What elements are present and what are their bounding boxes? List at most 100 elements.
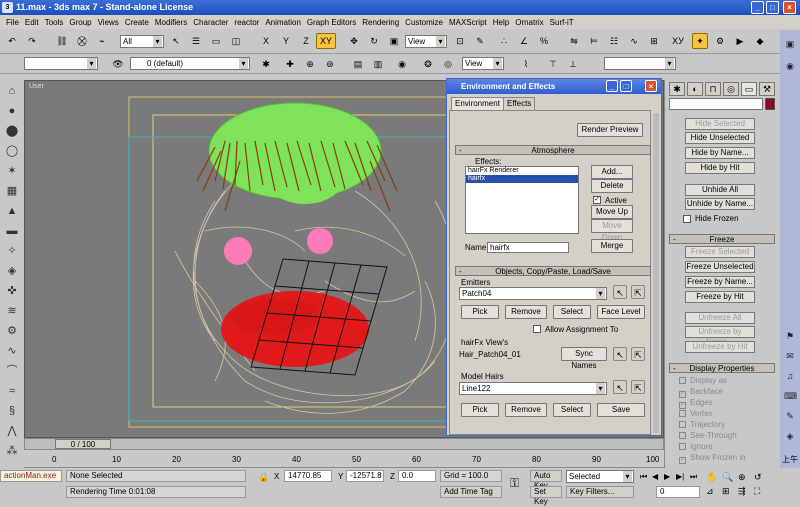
helper-icon[interactable]: ✜ bbox=[4, 284, 20, 298]
delete-effect-button[interactable]: Delete bbox=[591, 179, 633, 193]
light-icon[interactable]: ✧ bbox=[4, 244, 20, 258]
model-hairs-dropdown[interactable]: Line122 bbox=[459, 382, 607, 395]
layer-properties-icon[interactable]: ▤ bbox=[350, 56, 366, 72]
key-filters-button[interactable]: Key Filters... bbox=[566, 486, 634, 498]
hide-unselected-button[interactable]: Hide Unselected bbox=[685, 132, 755, 144]
effects-icon[interactable]: ❂ bbox=[420, 56, 436, 72]
dialog-minimize-button[interactable]: _ bbox=[606, 80, 618, 92]
named-selection-dropdown[interactable] bbox=[24, 57, 98, 70]
tray-icon[interactable]: ▣ bbox=[784, 38, 796, 50]
close-button[interactable]: × bbox=[783, 1, 796, 14]
systems-icon[interactable]: ⚙ bbox=[4, 324, 20, 338]
add-to-layer-icon[interactable]: ✚ bbox=[282, 56, 298, 72]
create-tab-icon[interactable]: ✱ bbox=[669, 82, 685, 96]
unhide-all-button[interactable]: Unhide All bbox=[685, 184, 755, 196]
object-properties-icon[interactable]: ▥ bbox=[370, 56, 386, 72]
menu-rendering[interactable]: Rendering bbox=[359, 18, 402, 27]
mirror-icon[interactable]: ⇋ bbox=[566, 33, 582, 49]
layer-visibility-icon[interactable]: 👁 bbox=[110, 56, 126, 72]
freeze-selected-button[interactable]: Freeze Selected bbox=[685, 246, 755, 258]
list-item[interactable]: hairFx Renderer bbox=[466, 167, 578, 175]
select-by-name-icon[interactable]: ☰ bbox=[188, 33, 204, 49]
see-through-option[interactable]: See-Through bbox=[679, 431, 737, 440]
video-post-icon[interactable]: ◎ bbox=[440, 56, 456, 72]
set-current-layer-icon[interactable]: ⊛ bbox=[322, 56, 338, 72]
save-button[interactable]: Save bbox=[597, 403, 645, 417]
field-of-view-icon[interactable]: ⊿ bbox=[706, 486, 714, 497]
move-icon[interactable]: ✥ bbox=[346, 33, 362, 49]
material-editor-icon[interactable]: ✦ bbox=[692, 33, 708, 49]
render-type-icon[interactable]: ◆ bbox=[752, 33, 768, 49]
menu-ornatrix[interactable]: Ornatrix bbox=[512, 18, 546, 27]
axis-x-button[interactable]: X bbox=[258, 33, 274, 49]
render-preview-button[interactable]: Render Preview bbox=[577, 123, 643, 137]
menu-create[interactable]: Create bbox=[122, 18, 152, 27]
emitter-dropdown[interactable]: Patch04 bbox=[459, 287, 607, 300]
freeze-by-name-button[interactable]: Freeze by Name... bbox=[685, 276, 755, 288]
walk-through-icon[interactable]: ⇶ bbox=[738, 486, 746, 497]
sync-names-button[interactable]: Sync Names bbox=[561, 347, 607, 370]
home-icon[interactable]: ⌂ bbox=[4, 84, 20, 98]
camera-icon[interactable]: ◈ bbox=[4, 264, 20, 278]
hide-frozen-checkbox[interactable] bbox=[683, 215, 691, 223]
spacewarp-icon[interactable]: ≋ bbox=[4, 304, 20, 318]
quick-align-icon[interactable]: ⊤ bbox=[545, 56, 561, 72]
go-to-start-icon[interactable]: ⏮ bbox=[640, 472, 647, 482]
undo-icon[interactable]: ↶ bbox=[4, 33, 20, 49]
minimize-button[interactable]: _ bbox=[751, 1, 764, 14]
redo-icon[interactable]: ↷ bbox=[24, 33, 40, 49]
layer-manager-icon[interactable]: ☷ bbox=[606, 33, 622, 49]
scale-icon[interactable]: ▣ bbox=[386, 33, 402, 49]
axis-xy-button[interactable]: XY bbox=[316, 33, 336, 49]
y-coordinate-field[interactable]: -12571.8 bbox=[346, 470, 384, 482]
percent-snap-icon[interactable]: % bbox=[536, 33, 552, 49]
allow-assignment-checkbox[interactable] bbox=[533, 325, 541, 333]
menu-graph-editors[interactable]: Graph Editors bbox=[304, 18, 359, 27]
menu-modifiers[interactable]: Modifiers bbox=[152, 18, 190, 27]
x-coordinate-field[interactable]: 14770.85 bbox=[284, 470, 332, 482]
time-slider[interactable]: 0 / 100 bbox=[24, 438, 664, 450]
object-color-swatch[interactable] bbox=[765, 98, 775, 110]
menu-maxscript[interactable]: MAXScript bbox=[446, 18, 490, 27]
pipe-icon[interactable]: ▬ bbox=[4, 224, 20, 238]
backface-option[interactable]: ✓ Backface bbox=[679, 387, 723, 398]
pick-emitter-icon[interactable]: ↖ bbox=[613, 285, 627, 299]
select-object-icon[interactable]: ↖ bbox=[168, 33, 184, 49]
clock[interactable]: 上午 bbox=[782, 454, 798, 465]
view-dropdown[interactable]: View bbox=[462, 57, 504, 70]
menu-animation[interactable]: Animation bbox=[262, 18, 304, 27]
axis-z-button[interactable]: Z bbox=[298, 33, 314, 49]
layer-dropdown[interactable]: 0 (default) bbox=[130, 57, 250, 70]
pivot-center-icon[interactable]: ⊡ bbox=[452, 33, 468, 49]
sphere-icon[interactable]: ● bbox=[4, 104, 20, 118]
tray-icon[interactable]: ⚑ bbox=[784, 330, 796, 342]
pick-list-model-icon[interactable]: ⇱ bbox=[631, 380, 645, 394]
arc-rotate-icon[interactable]: ↺ bbox=[754, 472, 762, 483]
link-icon[interactable]: ⛓ bbox=[54, 33, 70, 49]
angle-snap-icon[interactable]: ∠ bbox=[516, 33, 532, 49]
hide-selected-button[interactable]: Hide Selected bbox=[685, 118, 755, 130]
axis-y-button[interactable]: Y bbox=[278, 33, 294, 49]
schematic-view-icon[interactable]: ⊞ bbox=[646, 33, 662, 49]
objects-rollout-header[interactable]: - Objects, Copy/Paste, Load/Save bbox=[455, 266, 651, 276]
utilities-tab-icon[interactable]: ⚒ bbox=[759, 82, 775, 96]
unhide-by-name-button[interactable]: Unhide by Name... bbox=[685, 198, 755, 210]
unfreeze-all-button[interactable]: Unfreeze All bbox=[685, 312, 755, 324]
menu-tools[interactable]: Tools bbox=[42, 18, 67, 27]
add-time-tag-button[interactable]: Add Time Tag bbox=[440, 486, 502, 498]
quick-render-icon[interactable]: ▶ bbox=[732, 33, 748, 49]
normal-align-icon[interactable]: ⊥ bbox=[565, 56, 581, 72]
curve-editor-icon[interactable]: ∿ bbox=[626, 33, 642, 49]
menu-edit[interactable]: Edit bbox=[22, 18, 42, 27]
unfreeze-by-hit-button[interactable]: Unfreeze by Hit bbox=[685, 341, 755, 353]
current-frame-field[interactable]: 0 bbox=[656, 486, 700, 498]
selection-filter-dropdown[interactable]: All bbox=[120, 35, 164, 48]
play-icon[interactable]: ▶ bbox=[664, 472, 670, 481]
wave-icon[interactable]: ∿ bbox=[4, 344, 20, 358]
menu-surf-it[interactable]: Surf-iT bbox=[547, 18, 577, 27]
select-emitter-button[interactable]: Select bbox=[553, 305, 591, 319]
select-manipulate-icon[interactable]: ✎ bbox=[472, 33, 488, 49]
effects-list[interactable]: hairFx Renderer hairfx bbox=[465, 166, 579, 234]
trajectory-option[interactable]: Trajectory bbox=[679, 420, 725, 429]
render-scene-icon[interactable]: ⚙ bbox=[712, 33, 728, 49]
